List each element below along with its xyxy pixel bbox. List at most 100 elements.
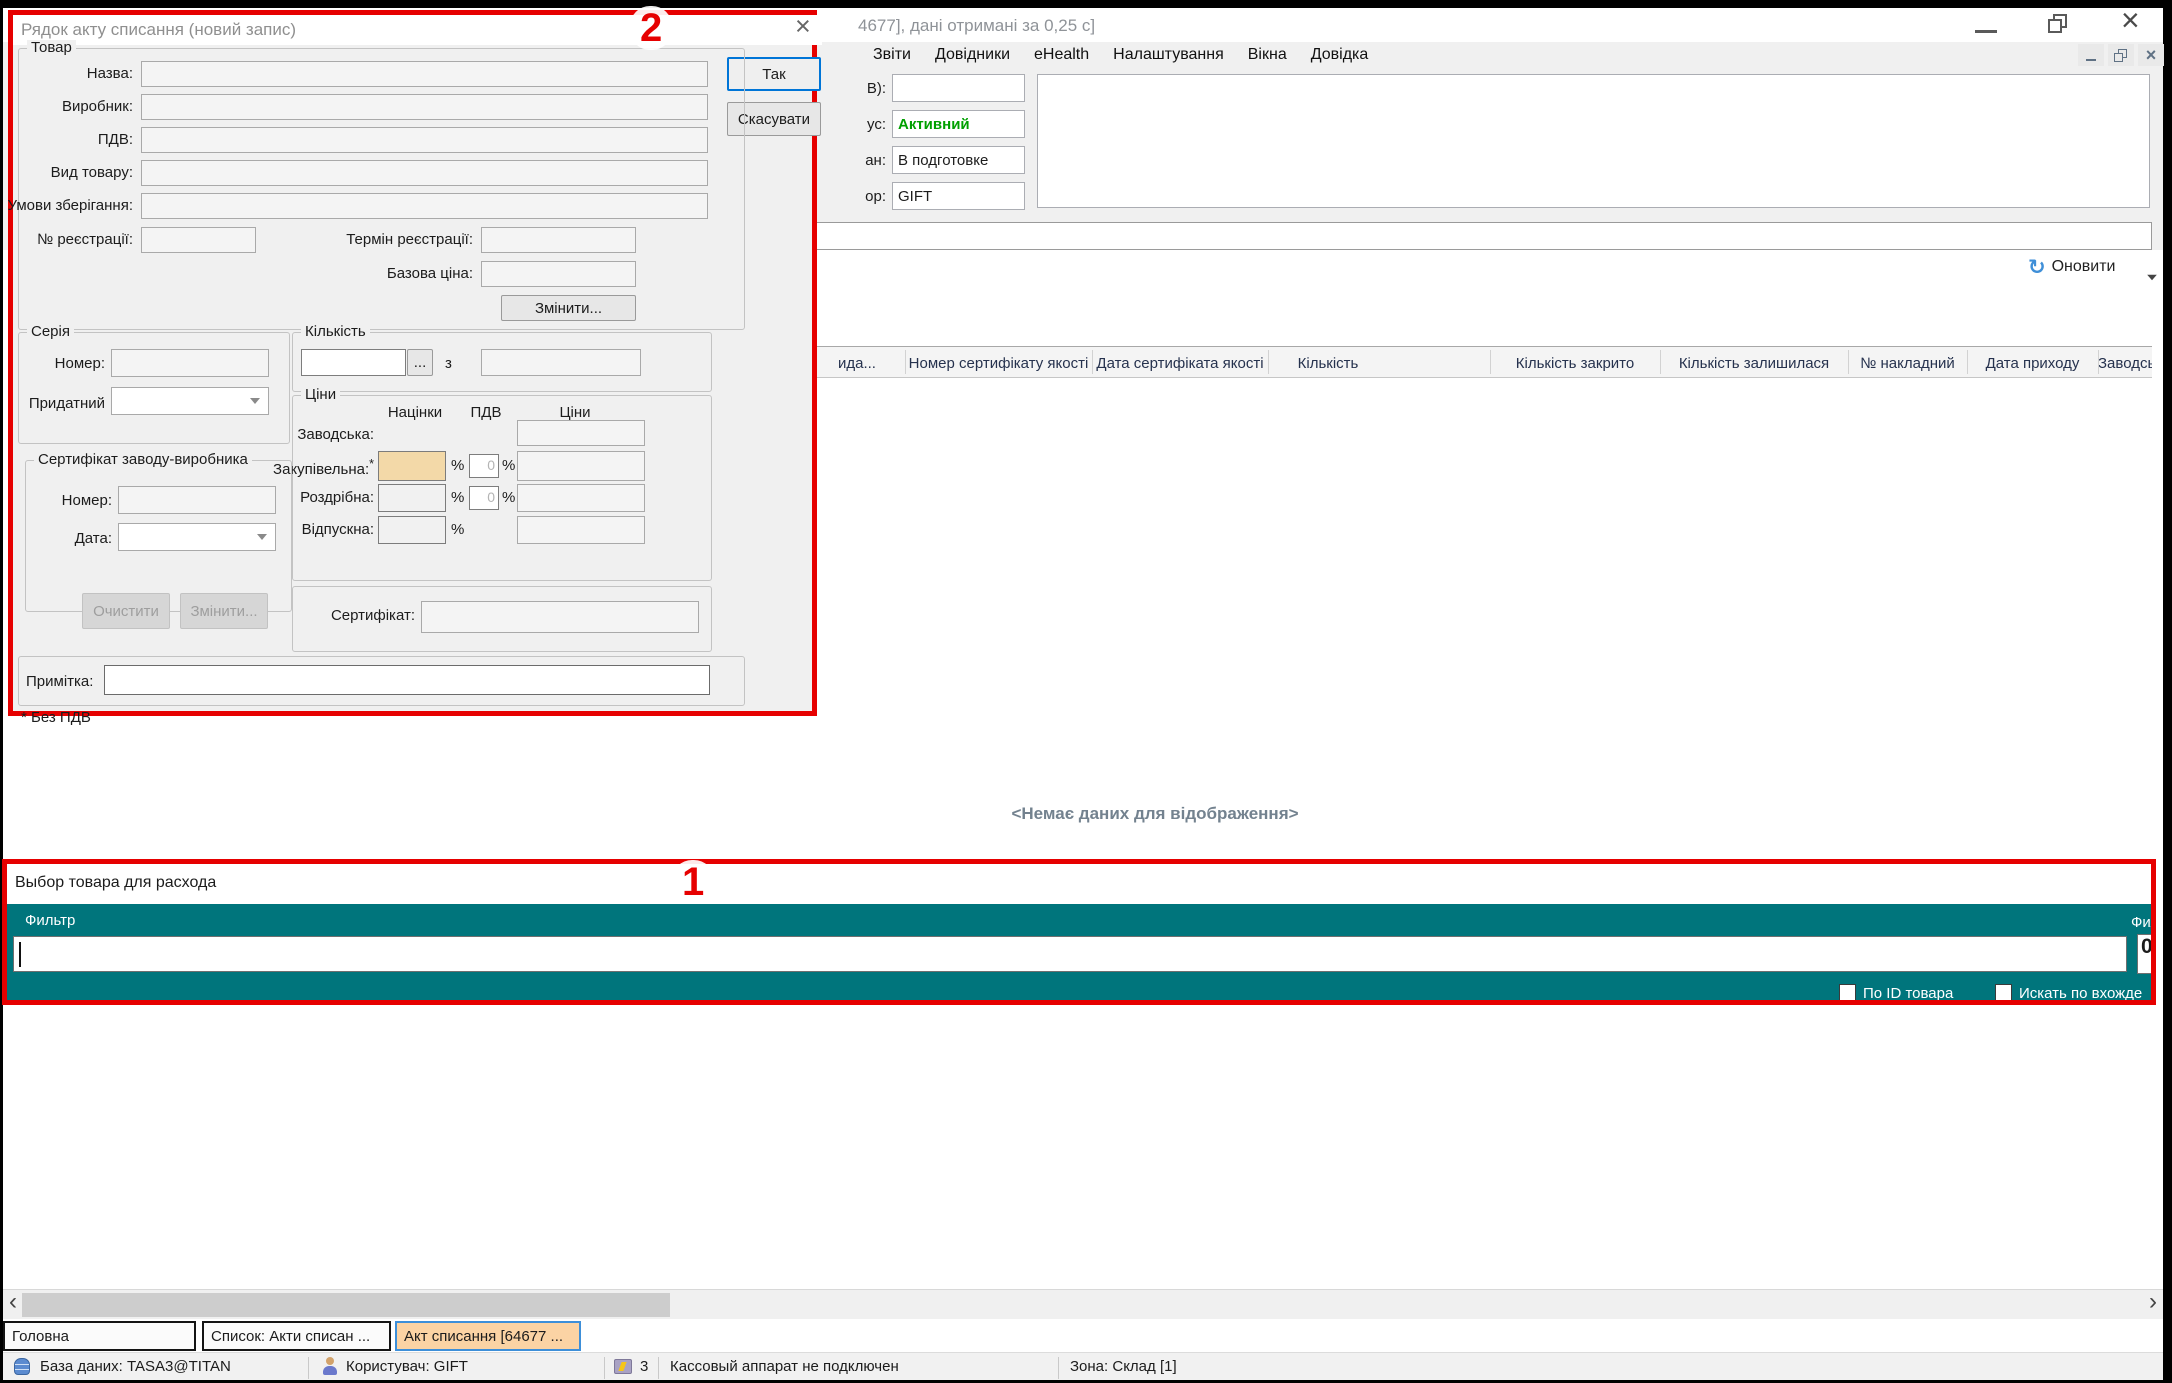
text-caret [19,942,21,967]
author-value: GIFT [898,188,932,205]
mdi-restore-icon[interactable] [2108,44,2134,66]
purchase-price-input[interactable] [517,451,645,481]
annotation-1: 1 [672,860,714,904]
prices-group: Ціни Націнки ПДВ Ціни Заводська: Закупів… [292,395,712,581]
reg-number-input[interactable] [141,227,256,253]
scrollbar-thumb[interactable] [22,1293,670,1317]
tab-label: Список: Акти списан ... [211,1328,370,1345]
valid-until-combobox[interactable] [111,387,269,415]
column-header[interactable]: Дата приходу [1967,355,2098,372]
clear-certificate-button[interactable]: Очистити [82,593,170,629]
filter-input[interactable] [13,936,2127,972]
status-field[interactable]: Активний [892,110,1025,138]
percent-sign: % [451,521,464,538]
column-header[interactable]: № накладний [1848,355,1967,372]
tab-akt-spysannia[interactable]: Акт списання [64677 ... [395,1321,581,1351]
tab-spysok-akty[interactable]: Список: Акти списан ... [202,1321,391,1351]
refresh-dropdown-icon[interactable] [2147,275,2157,281]
product-type-label: Вид товару: [19,164,133,181]
menu-item-dovidka[interactable]: Довідка [1311,46,1369,64]
certificate-date-label: Дата: [26,530,112,547]
quantity-input[interactable] [301,349,406,376]
column-header[interactable]: ида... [838,355,902,372]
stan-value: В подготовке [898,152,988,169]
certificate-group: Сертифікат: [292,586,712,652]
header-detail-panel [1037,74,2150,208]
database-status: База даних: TASA3@TITAN [40,1358,231,1375]
series-number-label: Номер: [19,355,105,372]
by-id-checkbox[interactable] [1839,984,1856,1001]
menu-item-vikna[interactable]: Вікна [1248,46,1287,64]
base-price-input[interactable] [481,261,636,287]
refresh-label: Оновити [2052,258,2116,276]
change-price-button[interactable]: Змінити... [501,295,636,321]
column-header[interactable]: Дата сертифіката якості [1092,355,1268,372]
column-header[interactable]: Номер сертифікату якості [905,355,1092,372]
name-input[interactable] [141,61,708,87]
filter-side-label: Фил [2131,914,2156,931]
retail-vat-input[interactable]: 0 [469,486,499,510]
selling-markup-input[interactable] [378,516,446,544]
menu-item-zvity[interactable]: Звіти [873,46,911,64]
retail-price-label: Роздрібна: [300,489,374,506]
retail-price-input[interactable] [517,484,645,512]
certificate-number-input[interactable] [118,486,276,514]
mdi-close-icon[interactable]: × [2138,44,2164,66]
dialog-title: Рядок акту списання (новий запис) [21,20,296,40]
quantity-browse-button[interactable]: ... [407,349,433,376]
user-icon [322,1357,338,1376]
note-input[interactable] [104,665,710,695]
refresh-icon: ↻ [2028,256,2046,278]
change-certificate-button[interactable]: Змінити... [180,593,268,629]
purchase-vat-input[interactable]: 0 [469,454,499,478]
restore-icon[interactable] [2048,14,2070,36]
manufacturer-input[interactable] [141,94,708,120]
vat-input[interactable] [141,127,708,153]
search-entry-checkbox[interactable] [1995,984,2012,1001]
menu-item-ehealth[interactable]: eHealth [1034,46,1089,64]
menu-item-dovidnyky[interactable]: Довідники [935,46,1010,64]
stan-field[interactable]: В подготовке [892,146,1025,174]
reg-term-input[interactable] [481,227,636,253]
column-header[interactable]: Кількість закрито [1490,355,1660,372]
minimize-icon[interactable] [1975,30,1997,33]
tab-holovna[interactable]: Головна [3,1321,196,1351]
close-icon[interactable]: × [2121,2,2140,39]
column-divider [1092,350,1093,374]
certificate-date-combobox[interactable] [118,523,276,551]
chevron-down-icon [250,398,260,404]
status-divider [604,1357,605,1379]
column-header[interactable]: Кількість залишилася [1660,355,1848,372]
series-number-input[interactable] [111,349,269,377]
menu-bar: Звіти Довідники eHealth Налаштування Вік… [873,46,1368,64]
refresh-control[interactable]: ↻ Оновити [2028,256,2116,278]
mdi-minimize-icon[interactable] [2078,44,2104,66]
author-field-label: ор: [806,188,886,205]
storage-input[interactable] [141,193,708,219]
factory-price-input[interactable] [517,420,645,446]
author-field[interactable]: GIFT [892,182,1025,210]
horizontal-scrollbar[interactable]: ‹ › [3,1289,2163,1319]
column-header[interactable]: Кількість [1268,355,1388,372]
purchase-markup-input[interactable] [378,451,446,481]
scroll-left-icon[interactable]: ‹ [9,1288,17,1316]
writeoff-line-dialog: Рядок акту списання (новий запис) × Так … [8,10,817,716]
factory-price-label: Заводська: [297,426,374,443]
quantity-total-input[interactable] [481,349,641,376]
prices-group-title: Ціни [301,387,340,403]
certificate-input[interactable] [421,601,699,633]
column-divider [1848,350,1849,374]
percent-sign: % [451,457,464,474]
dialog-close-icon[interactable]: × [795,11,811,42]
column-header[interactable]: Заводська [2098,355,2152,372]
product-type-input[interactable] [141,160,708,186]
factory-certificate-group-title: Сертифікат заводу-виробника [34,452,252,468]
markup-header: Націнки [375,404,455,421]
retail-markup-input[interactable] [378,484,446,512]
percent-sign: % [502,457,515,474]
pdv-field[interactable] [892,74,1025,102]
selling-price-input[interactable] [517,516,645,544]
scroll-right-icon[interactable]: › [2149,1288,2157,1316]
menu-item-nalashtuvannia[interactable]: Налаштування [1113,46,1224,64]
chevron-down-icon [257,534,267,540]
